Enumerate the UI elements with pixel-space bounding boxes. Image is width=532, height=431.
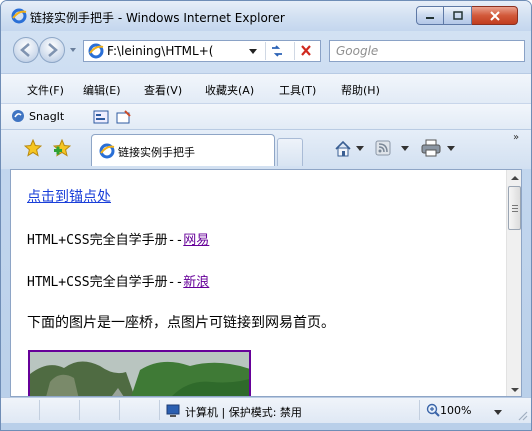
toolbar-overflow-chevron[interactable]: » bbox=[513, 132, 519, 143]
zoom-icon bbox=[426, 403, 440, 417]
address-input[interactable]: F:\leining\HTML+( bbox=[83, 40, 321, 62]
forward-arrow-icon bbox=[48, 43, 58, 57]
status-divider bbox=[159, 400, 160, 420]
search-placeholder: Google bbox=[336, 44, 379, 58]
search-input[interactable]: Google bbox=[329, 40, 525, 62]
zoom-dropdown-icon[interactable] bbox=[494, 410, 502, 416]
address-row: F:\leining\HTML+( Google bbox=[1, 33, 531, 67]
netease-link[interactable]: 网易 bbox=[183, 233, 209, 248]
stop-icon bbox=[301, 45, 311, 56]
maximize-icon bbox=[452, 10, 463, 20]
vertical-scrollbar[interactable] bbox=[506, 170, 522, 397]
menu-tools[interactable]: 工具(T) bbox=[279, 82, 316, 98]
feeds-dropdown-icon[interactable] bbox=[401, 146, 409, 152]
refresh-icon bbox=[272, 45, 282, 57]
menu-edit[interactable]: 编辑(E) bbox=[83, 82, 121, 98]
close-button[interactable] bbox=[472, 6, 518, 25]
menu-bar: 文件(F) 编辑(E) 查看(V) 收藏夹(A) 工具(T) 帮助(H) bbox=[1, 73, 531, 103]
bridge-image bbox=[30, 352, 249, 396]
sina-line: HTML+CSS完全自学手册--新浪 bbox=[27, 271, 209, 290]
address-dropdown-icon[interactable] bbox=[246, 43, 260, 59]
scroll-thumb[interactable] bbox=[508, 186, 521, 230]
snagit-icon bbox=[12, 110, 24, 122]
back-arrow-icon bbox=[20, 43, 30, 57]
refresh-button[interactable] bbox=[265, 42, 289, 60]
tab-bar: 链接实例手把手 » bbox=[1, 129, 531, 169]
status-divider bbox=[419, 400, 420, 420]
print-icon[interactable] bbox=[421, 139, 441, 157]
address-url: F:\leining\HTML+( bbox=[107, 44, 214, 58]
tab-label: 链接实例手把手 bbox=[118, 146, 195, 159]
page-content: 点击到锚点处 HTML+CSS完全自学手册--网易 HTML+CSS完全自学手册… bbox=[10, 169, 522, 397]
menu-view[interactable]: 查看(V) bbox=[144, 82, 182, 98]
ie-page-icon bbox=[99, 143, 115, 159]
print-dropdown-icon[interactable] bbox=[447, 146, 455, 152]
title-bar: 链接实例手把手 - Windows Internet Explorer bbox=[1, 1, 531, 31]
home-dropdown-icon[interactable] bbox=[356, 146, 364, 152]
sina-link[interactable]: 新浪 bbox=[183, 275, 209, 290]
scroll-up-icon[interactable] bbox=[507, 170, 522, 186]
menu-help[interactable]: 帮助(H) bbox=[341, 82, 380, 98]
feeds-icon[interactable] bbox=[375, 140, 391, 156]
minimize-icon bbox=[426, 16, 434, 19]
forward-button[interactable] bbox=[39, 37, 65, 63]
tab-active[interactable]: 链接实例手把手 bbox=[91, 134, 275, 166]
scroll-grip-icon bbox=[512, 205, 518, 212]
snagit-capture-icon[interactable] bbox=[93, 109, 109, 125]
ie-logo-icon bbox=[11, 8, 27, 24]
security-zone[interactable]: 计算机 | 保护模式: 禁用 bbox=[185, 404, 302, 420]
close-icon bbox=[489, 10, 500, 21]
minimize-button[interactable] bbox=[416, 6, 444, 25]
add-favorite-icon[interactable] bbox=[53, 139, 71, 157]
status-divider bbox=[39, 400, 40, 420]
sina-line-text: HTML+CSS完全自学手册-- bbox=[27, 275, 184, 290]
window-controls bbox=[416, 6, 526, 25]
snagit-toolbar: SnagIt bbox=[1, 103, 531, 129]
back-button[interactable] bbox=[13, 37, 39, 63]
netease-line: HTML+CSS完全自学手册--网易 bbox=[27, 229, 209, 248]
stop-button[interactable] bbox=[294, 42, 318, 60]
computer-icon bbox=[166, 404, 180, 417]
bridge-image-link[interactable] bbox=[28, 350, 251, 396]
anchor-link[interactable]: 点击到锚点处 bbox=[27, 186, 111, 206]
window-title: 链接实例手把手 - Windows Internet Explorer bbox=[30, 11, 285, 25]
history-dropdown-icon[interactable] bbox=[68, 45, 78, 55]
favorites-star-icon[interactable] bbox=[24, 139, 42, 157]
maximize-button[interactable] bbox=[444, 6, 472, 25]
new-tab-button[interactable] bbox=[277, 138, 303, 166]
image-description: 下面的图片是一座桥，点图片可链接到网易首页。 bbox=[27, 315, 335, 331]
ie-page-icon bbox=[88, 43, 104, 59]
menu-favorites[interactable]: 收藏夹(A) bbox=[205, 82, 254, 98]
snagit-editor-icon[interactable] bbox=[116, 109, 132, 125]
web-page: 点击到锚点处 HTML+CSS完全自学手册--网易 HTML+CSS完全自学手册… bbox=[11, 170, 506, 396]
status-bar: 计算机 | 保护模式: 禁用 100% bbox=[1, 397, 531, 423]
snagit-button[interactable]: SnagIt bbox=[29, 110, 64, 123]
netease-line-text: HTML+CSS完全自学手册-- bbox=[27, 233, 184, 248]
status-divider bbox=[79, 400, 80, 420]
menu-file[interactable]: 文件(F) bbox=[27, 82, 64, 98]
browser-window: 链接实例手把手 - Windows Internet Explorer F:\l… bbox=[0, 0, 532, 431]
scroll-down-icon[interactable] bbox=[507, 382, 522, 397]
status-divider bbox=[119, 400, 120, 420]
resize-grip-icon[interactable] bbox=[516, 409, 528, 421]
zoom-level[interactable]: 100% bbox=[440, 404, 471, 417]
home-icon[interactable] bbox=[334, 140, 352, 158]
